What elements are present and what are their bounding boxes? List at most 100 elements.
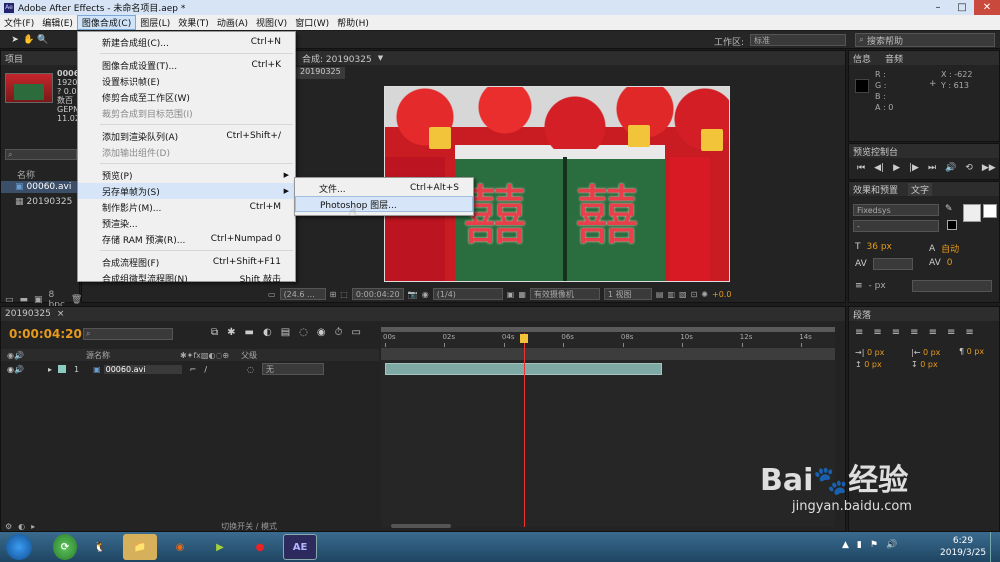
tray-clock[interactable]: 6:29 2019/3/25: [940, 535, 986, 559]
menu-item-3[interactable]: 图层(L): [136, 15, 174, 30]
close-button[interactable]: ✕: [974, 0, 1000, 15]
exposure-icon[interactable]: ✺: [701, 290, 708, 299]
parent-dropdown[interactable]: 无: [262, 363, 325, 375]
character-tab[interactable]: 文字: [908, 182, 933, 196]
stroke-order-dropdown[interactable]: [911, 280, 992, 292]
layer-name[interactable]: 00060.avi: [103, 364, 182, 374]
taskbar-media-icon[interactable]: ▶: [203, 534, 237, 560]
info-tab[interactable]: 信息: [853, 52, 871, 65]
menu-item-1[interactable]: 编辑(E): [38, 15, 77, 30]
mute-audio-icon[interactable]: 🔊: [945, 163, 956, 173]
interpret-footage-icon[interactable]: ▭: [5, 295, 14, 305]
ram-preview-icon[interactable]: ▶▶: [982, 163, 996, 173]
column-source-name[interactable]: 源名称: [86, 350, 110, 361]
exposure-value[interactable]: +0.0: [712, 290, 731, 299]
font-size-value[interactable]: 36 px: [867, 242, 892, 252]
next-frame-icon[interactable]: |▶: [909, 163, 919, 173]
motion-blur-icon[interactable]: ◌: [299, 327, 308, 338]
live-update-icon[interactable]: ✱: [227, 327, 235, 338]
preview-tab[interactable]: 预览控制台: [849, 144, 999, 158]
composition-menu-item[interactable]: 制作影片(M)... Ctrl+M: [78, 199, 295, 215]
composition-menu-item[interactable]: 添加到渲染队列(A) Ctrl+Shift+/: [78, 128, 295, 144]
expand-in-out-icon[interactable]: ▸: [31, 522, 35, 531]
graph-editor-icon[interactable]: ◉: [317, 327, 326, 338]
space-before-value[interactable]: 0 px: [864, 360, 881, 369]
taskbar-firefox-icon[interactable]: ◉: [163, 534, 197, 560]
project-item-comp[interactable]: ▦ 20190325: [1, 196, 79, 208]
region-of-interest-icon[interactable]: ▣: [507, 290, 515, 299]
tracking-value[interactable]: 0: [947, 258, 953, 268]
layer-label-color[interactable]: [57, 365, 66, 373]
auto-keyframe-icon[interactable]: ▭: [351, 327, 360, 338]
justify-last-center-icon[interactable]: ≡: [929, 327, 937, 338]
composition-menu-item[interactable]: 修剪合成至工作区(W): [78, 89, 295, 105]
justify-last-right-icon[interactable]: ≡: [947, 327, 955, 338]
zoom-tool-icon[interactable]: 🔍: [36, 35, 50, 45]
fast-preview-icon[interactable]: ▥: [667, 290, 675, 299]
composition-menu-item[interactable]: 存储 RAM 预演(R)... Ctrl+Numpad 0: [78, 231, 295, 247]
font-family-dropdown[interactable]: Fixedsys: [853, 204, 939, 216]
layer-row[interactable]: ◉🔊 ▸ 1 ▣ 00060.avi ⌐ / ◌ 无: [1, 363, 379, 375]
timeline-timecode[interactable]: 0:00:04:20: [9, 327, 82, 341]
layer-visibility-icon[interactable]: ◉🔊: [7, 365, 24, 374]
current-time-indicator[interactable]: [523, 333, 525, 527]
play-icon[interactable]: ▶: [893, 163, 900, 173]
composition-menu-item[interactable]: 设置标识帧(E): [78, 73, 295, 89]
indent-right-value[interactable]: 0 px: [923, 348, 940, 357]
project-tab[interactable]: 项目: [1, 51, 79, 65]
expand-layer-switches-icon[interactable]: ⚙: [5, 522, 12, 531]
layer-switch-shy[interactable]: ⌐: [190, 365, 197, 374]
previous-frame-icon[interactable]: ◀|: [874, 163, 884, 173]
show-channel-icon[interactable]: ◉: [422, 290, 429, 299]
justify-all-icon[interactable]: ≡: [965, 327, 973, 338]
expand-modes-icon[interactable]: ◐: [18, 522, 25, 531]
menu-item-2[interactable]: 图像合成(C): [76, 15, 137, 30]
composition-menu-item[interactable]: 合成组微型流程图(N) Shift 敲击: [78, 270, 295, 286]
composition-menu-item[interactable]: 图像合成设置(T)... Ctrl+K: [78, 57, 295, 73]
snapshot-icon[interactable]: 📷: [408, 290, 418, 299]
stroke-width-value[interactable]: - px: [869, 281, 886, 291]
menu-item-6[interactable]: 视图(V): [252, 15, 291, 30]
frame-blending-icon[interactable]: ▤: [281, 327, 290, 338]
taskbar-record-icon[interactable]: ●: [243, 534, 277, 560]
transparency-grid-icon[interactable]: ▦: [518, 290, 526, 299]
hand-tool-icon[interactable]: ✋: [22, 35, 36, 45]
start-button[interactable]: [6, 534, 32, 560]
menu-item-0[interactable]: 文件(F): [0, 15, 38, 30]
comp-mini-flowchart-icon[interactable]: ⧉: [211, 327, 218, 338]
tray-volume-icon[interactable]: 🔊: [886, 540, 897, 550]
taskbar-qq-icon[interactable]: 🐧: [83, 534, 117, 560]
first-frame-icon[interactable]: ⏮: [857, 163, 865, 173]
align-right-icon[interactable]: ≡: [892, 327, 900, 338]
resolution-dropdown[interactable]: (1/4): [432, 288, 503, 300]
indent-left-value[interactable]: 0 px: [867, 348, 884, 357]
minimize-button[interactable]: –: [926, 0, 950, 15]
first-line-indent-value[interactable]: 0 px: [967, 347, 984, 356]
help-search-box[interactable]: ⌕ 搜索帮助: [855, 33, 995, 47]
tray-network-icon[interactable]: ▮: [857, 540, 862, 550]
taskbar-after-effects-icon[interactable]: AE: [283, 534, 317, 560]
maximize-button[interactable]: □: [950, 0, 974, 15]
stroke-color-swatch[interactable]: [947, 220, 957, 230]
fill-color-swatch[interactable]: [963, 204, 981, 222]
save-frame-menu-item[interactable]: Photoshop 图层...: [295, 196, 473, 212]
views-dropdown[interactable]: 1 视图: [603, 288, 652, 300]
new-comp-icon[interactable]: ▣: [34, 295, 43, 305]
camera-dropdown[interactable]: 有效摄像机: [529, 288, 600, 300]
effects-presets-tab[interactable]: 效果和预置: [853, 183, 898, 196]
project-item-video[interactable]: ▣ 00060.avi: [1, 181, 79, 193]
comp-breadcrumb[interactable]: 20190325: [296, 67, 345, 79]
flowchart-icon[interactable]: ⊡: [691, 290, 698, 299]
menu-item-8[interactable]: 帮助(H): [333, 15, 373, 30]
zoom-dropdown[interactable]: (24.6 ...: [279, 288, 326, 300]
toggle-switches-modes[interactable]: 切换开关 / 模式: [221, 521, 277, 532]
composition-menu-item[interactable]: 另存单帧为(S) ▶: [78, 183, 295, 199]
mask-icon[interactable]: ⬚: [340, 290, 348, 299]
layer-switch-3d[interactable]: ◌: [247, 365, 254, 374]
project-search-input[interactable]: ⌕: [5, 149, 77, 160]
work-area-bar[interactable]: [381, 327, 835, 332]
eyedropper-icon[interactable]: ✎: [945, 204, 953, 214]
time-ruler[interactable]: 00s 02s 04s 06s 08s 10s 12s 14s: [381, 333, 835, 347]
show-desktop-button[interactable]: [990, 532, 1000, 562]
align-center-icon[interactable]: ≡: [873, 327, 881, 338]
